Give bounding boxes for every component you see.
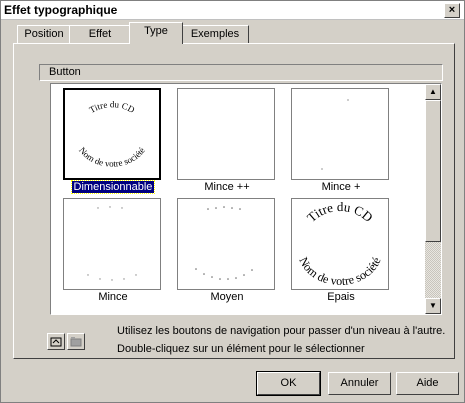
type-gallery[interactable]: Titre du CD Nom de votre société Dimensi…: [50, 83, 442, 315]
svg-text:Titre du CD: Titre du CD: [304, 199, 376, 225]
dialog-window: Effet typographique × Position Effet Typ…: [0, 0, 465, 403]
arc-text-preview: Titre du CD Nom de votre société: [77, 99, 147, 169]
item-label: Dimensionnable: [63, 180, 163, 194]
arc-bottom-text: Nom de votre société: [296, 255, 383, 288]
gallery-item-epais[interactable]: Titre du CD Nom de votre société Epais: [291, 198, 391, 304]
item-label: Mince +: [321, 181, 361, 193]
path-text: Button: [49, 66, 81, 78]
ok-button[interactable]: OK: [256, 371, 321, 396]
up-level-button[interactable]: [47, 333, 65, 350]
item-label: Mince ++: [204, 181, 250, 193]
tab-effet-label: Effet: [88, 28, 112, 40]
dots-arc-preview: [195, 206, 253, 280]
tab-effet[interactable]: Effet: [69, 25, 131, 43]
svg-text:Nom de votre société: Nom de votre société: [296, 255, 383, 288]
cancel-button[interactable]: Annuler: [328, 372, 391, 395]
gallery-item-mince[interactable]: Mince: [63, 198, 163, 304]
gallery-item-dimensionnable[interactable]: Titre du CD Nom de votre société Dimensi…: [63, 88, 163, 194]
thumbnail-moyen[interactable]: [177, 198, 275, 290]
vertical-scrollbar[interactable]: ▲ ▼: [425, 84, 441, 314]
scroll-down-icon: ▼: [429, 301, 437, 310]
arc-bottom-text: Nom de votre société: [77, 145, 147, 168]
tab-type-label: Type: [144, 25, 168, 37]
item-label: Moyen: [210, 291, 244, 303]
scroll-up-icon: ▲: [429, 87, 437, 96]
gallery-item-mince-plus[interactable]: Mince +: [291, 88, 391, 194]
folder-icon: [70, 337, 82, 347]
dots-preview: [87, 206, 137, 281]
help-button[interactable]: Aide: [396, 372, 459, 395]
hint-navigation: Utilisez les boutons de navigation pour …: [117, 325, 446, 337]
thumbnail-epais[interactable]: Titre du CD Nom de votre société: [291, 198, 389, 290]
open-folder-button[interactable]: [67, 333, 85, 350]
item-label: Mince: [98, 291, 128, 303]
arc-top-text: Titre du CD: [304, 199, 376, 225]
tab-exemples[interactable]: Exemples: [181, 25, 249, 43]
svg-text:Titre du CD: Titre du CD: [88, 99, 137, 115]
ok-button-label: OK: [280, 377, 297, 389]
title-bar[interactable]: Effet typographique ×: [1, 1, 464, 20]
tab-position[interactable]: Position: [17, 25, 71, 43]
item-label-text: Dimensionnable: [70, 180, 156, 194]
scroll-thumb[interactable]: [425, 100, 441, 242]
tab-position-label: Position: [24, 28, 64, 40]
thumbnail-mince-plus-plus[interactable]: [177, 88, 275, 180]
tab-type[interactable]: Type: [129, 22, 183, 44]
dots-preview: [321, 99, 349, 170]
arc-top-text: Titre du CD: [88, 99, 137, 115]
thumbnail-dimensionnable[interactable]: Titre du CD Nom de votre société: [63, 88, 161, 180]
hint-double-click: Double-cliquez sur un élément pour le sé…: [117, 343, 365, 355]
window-title: Effet typographique: [4, 3, 118, 17]
gallery-item-moyen[interactable]: Moyen: [177, 198, 277, 304]
close-button[interactable]: ×: [444, 3, 460, 18]
svg-text:Nom de votre société: Nom de votre société: [77, 145, 147, 168]
cancel-button-label: Annuler: [340, 377, 379, 389]
gallery-item-mince-plus-plus[interactable]: Mince ++: [177, 88, 277, 194]
up-folder-icon: [50, 337, 62, 347]
arc-text-bold-preview: Titre du CD Nom de votre société: [296, 199, 383, 288]
thumbnail-mince-plus[interactable]: [291, 88, 389, 180]
tab-exemples-label: Exemples: [190, 28, 240, 40]
help-button-label: Aide: [416, 377, 439, 389]
thumbnail-mince[interactable]: [63, 198, 161, 290]
scroll-up-button[interactable]: ▲: [425, 84, 441, 100]
item-label: Epais: [327, 291, 355, 303]
scroll-down-button[interactable]: ▼: [425, 298, 441, 314]
path-field: Button: [39, 64, 443, 81]
